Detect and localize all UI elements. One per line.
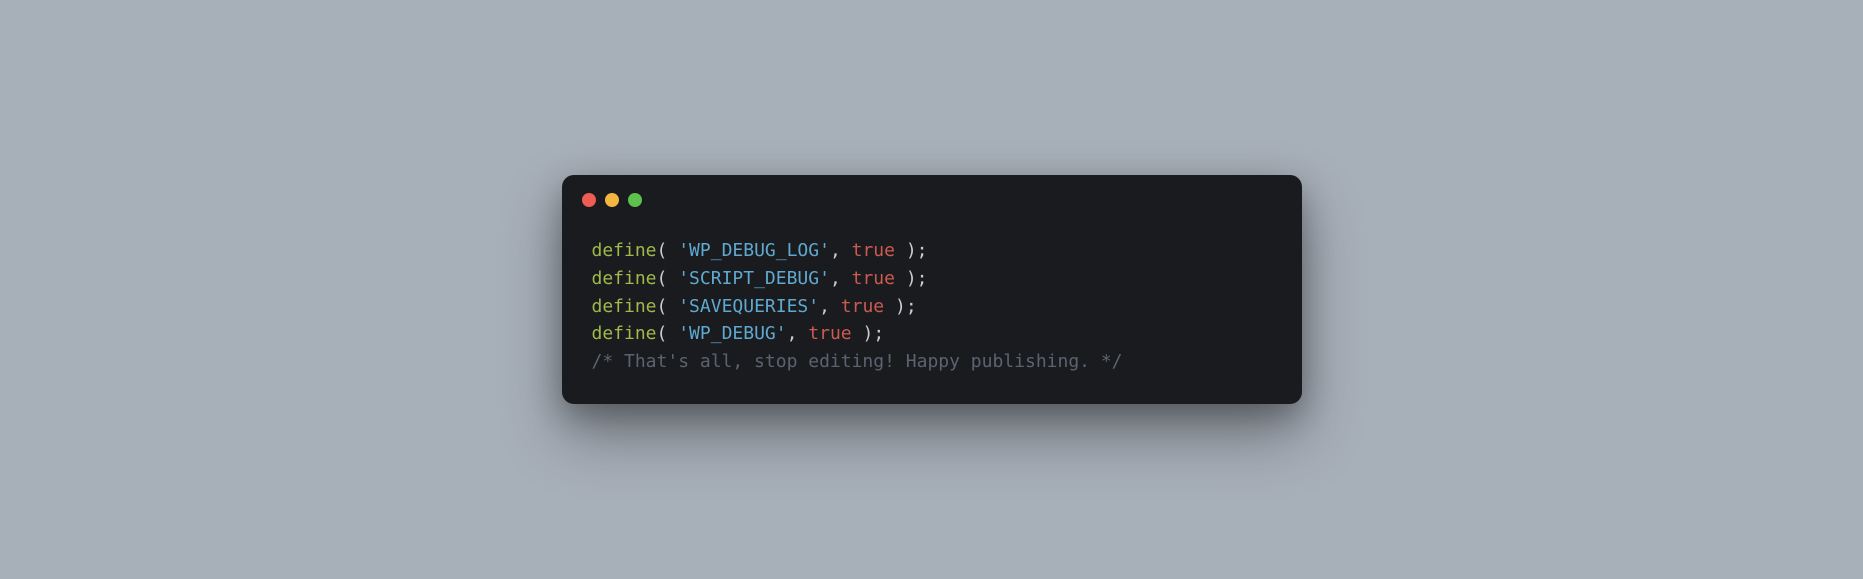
code-line: define( 'SAVEQUERIES', true ); [592, 293, 1272, 321]
token-boolean: true [852, 240, 895, 261]
token-punct: , [787, 323, 809, 344]
token-punct: ( [657, 296, 679, 317]
code-content: define( 'WP_DEBUG_LOG', true );define( '… [562, 217, 1302, 404]
token-boolean: true [852, 268, 895, 289]
token-string: 'SAVEQUERIES' [678, 296, 819, 317]
code-line: /* That's all, stop editing! Happy publi… [592, 348, 1272, 376]
token-function: define [592, 268, 657, 289]
minimize-icon[interactable] [605, 193, 619, 207]
token-punct: ); [852, 323, 885, 344]
token-punct: ); [895, 240, 928, 261]
code-line: define( 'WP_DEBUG_LOG', true ); [592, 237, 1272, 265]
token-punct: , [830, 240, 852, 261]
token-punct: ( [657, 268, 679, 289]
token-punct: ( [657, 323, 679, 344]
maximize-icon[interactable] [628, 193, 642, 207]
title-bar [562, 175, 1302, 217]
token-punct: , [819, 296, 841, 317]
token-string: 'WP_DEBUG' [678, 323, 786, 344]
token-punct: ); [884, 296, 917, 317]
token-boolean: true [841, 296, 884, 317]
token-boolean: true [808, 323, 851, 344]
token-string: 'SCRIPT_DEBUG' [678, 268, 830, 289]
token-punct: , [830, 268, 852, 289]
token-punct: ); [895, 268, 928, 289]
token-string: 'WP_DEBUG_LOG' [678, 240, 830, 261]
token-punct: ( [657, 240, 679, 261]
code-line: define( 'SCRIPT_DEBUG', true ); [592, 265, 1272, 293]
token-function: define [592, 323, 657, 344]
code-line: define( 'WP_DEBUG', true ); [592, 320, 1272, 348]
token-function: define [592, 240, 657, 261]
code-window: define( 'WP_DEBUG_LOG', true );define( '… [562, 175, 1302, 404]
token-comment: /* That's all, stop editing! Happy publi… [592, 351, 1123, 372]
close-icon[interactable] [582, 193, 596, 207]
token-function: define [592, 296, 657, 317]
